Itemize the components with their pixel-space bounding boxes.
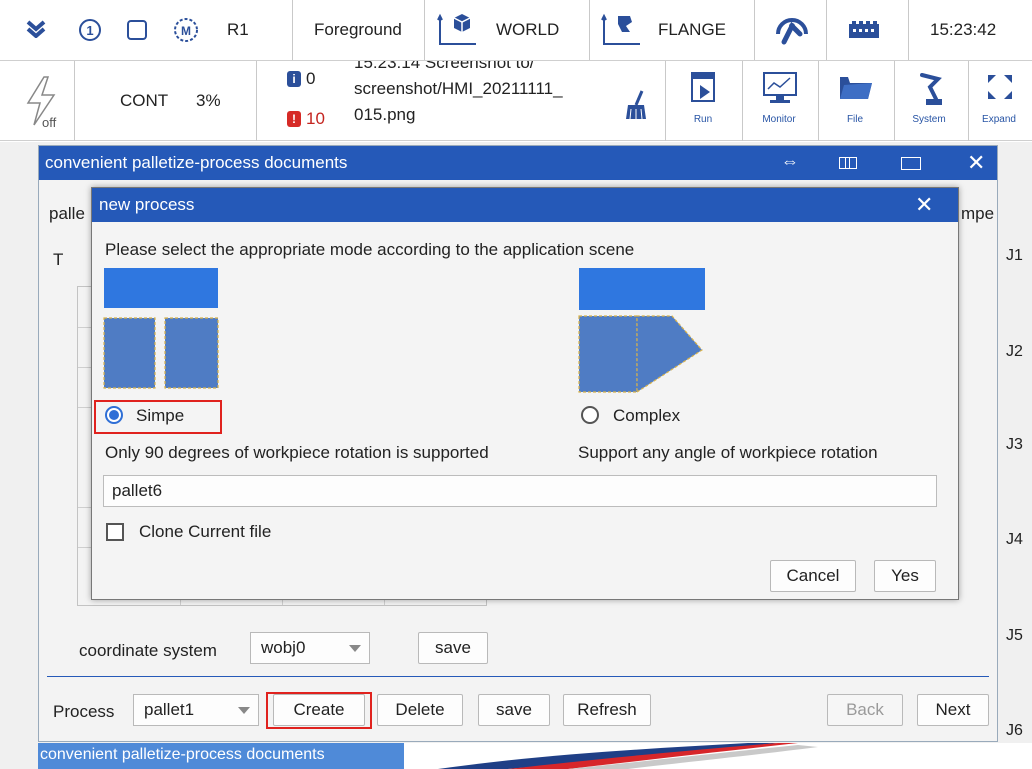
taskbar: convenient palletize-process documents xyxy=(38,743,1032,769)
info-count: 0 xyxy=(306,69,316,88)
window-title: convenient palletize-process documents xyxy=(45,153,348,172)
create-highlight-box xyxy=(266,692,372,729)
collapse-chevron-icon[interactable] xyxy=(26,20,46,38)
dialog-title: new process xyxy=(99,195,195,214)
monitor-tool-label: Monitor xyxy=(762,114,796,125)
error-count: 10 xyxy=(306,109,325,128)
step-one-icon[interactable]: 1 xyxy=(78,18,102,42)
refresh-button[interactable]: Refresh xyxy=(563,694,651,726)
run-icon xyxy=(691,72,715,102)
system-tool-button[interactable]: System xyxy=(894,61,964,141)
complex-mode-label[interactable]: Complex xyxy=(613,406,680,426)
monitor-icon xyxy=(763,72,797,103)
process-label: Process xyxy=(53,702,115,721)
message-area[interactable]: 15:23:14 Screenshot to/ screenshot/HMI_2… xyxy=(350,61,620,141)
divider xyxy=(47,676,989,677)
coordinate-save-button[interactable]: save xyxy=(418,632,488,664)
joint-label-j2: J2 xyxy=(1006,343,1023,360)
chevron-down-icon xyxy=(238,707,250,714)
error-icon: ! xyxy=(287,111,301,127)
dialog-instruction: Please select the appropriate mode accor… xyxy=(105,240,635,259)
system-clock: 15:23:42 xyxy=(930,20,997,39)
info-icon: i xyxy=(287,71,301,87)
taskbar-window-item[interactable]: convenient palletize-process documents xyxy=(38,743,404,769)
expand-tool-label: Expand xyxy=(982,114,1016,125)
joint-label-j4: J4 xyxy=(1006,531,1023,548)
simple-highlight-box xyxy=(94,400,222,434)
complex-mode-description: Support any angle of workpiece rotation xyxy=(578,443,878,462)
coordinate-system-value: wobj0 xyxy=(261,638,306,657)
dialog-cancel-button[interactable]: Cancel xyxy=(770,560,856,592)
run-tool-button[interactable]: Run xyxy=(668,61,738,141)
joint-label-j1: J1 xyxy=(1006,247,1023,264)
foreground-mode[interactable]: Foreground xyxy=(314,20,422,40)
stop-square-icon[interactable] xyxy=(127,20,147,40)
resize-horizontal-icon[interactable]: ⇔ xyxy=(781,151,799,172)
delete-button[interactable]: Delete xyxy=(377,694,463,726)
restore-window-icon[interactable] xyxy=(839,157,857,169)
file-tool-button[interactable]: File xyxy=(820,61,890,141)
complex-mode-illustration[interactable] xyxy=(577,266,707,396)
message-line-1: 15:23:14 Screenshot to/ xyxy=(354,61,535,72)
process-name-input[interactable] xyxy=(103,475,937,507)
save-button[interactable]: save xyxy=(478,694,550,726)
close-window-icon[interactable]: ✕ xyxy=(967,150,985,176)
clear-messages-broom-icon[interactable] xyxy=(622,89,650,121)
message-line-2: screenshot/HMI_20211111_ xyxy=(354,79,563,98)
partial-label-right: mpe xyxy=(961,204,995,223)
speed-percent[interactable]: 3% xyxy=(196,91,221,111)
clone-current-file-label[interactable]: Clone Current file xyxy=(139,522,271,542)
keyboard-icon[interactable] xyxy=(848,20,880,40)
svg-text:1: 1 xyxy=(86,23,93,38)
world-coordinate-icon[interactable] xyxy=(436,12,480,48)
file-tool-label: File xyxy=(846,114,864,125)
next-button[interactable]: Next xyxy=(917,694,989,726)
coordinate-system-label: coordinate system xyxy=(79,641,217,660)
window-titlebar[interactable]: convenient palletize-process documents ⇔… xyxy=(39,146,997,180)
monitor-tool-button[interactable]: Monitor xyxy=(744,61,814,141)
world-coordinate-label[interactable]: WORLD xyxy=(496,20,559,40)
expand-tool-button[interactable]: Expand xyxy=(966,61,1032,141)
maximize-window-icon[interactable] xyxy=(901,157,921,170)
joint-label-j6: J6 xyxy=(1006,722,1023,739)
system-robot-icon xyxy=(920,73,942,105)
taskbar-window-label: convenient palletize-process documents xyxy=(40,746,325,763)
folder-icon xyxy=(840,77,872,99)
dialog-titlebar[interactable]: new process ✕ xyxy=(92,188,958,222)
power-state-label: off xyxy=(42,115,57,130)
message-line-3: 015.png xyxy=(354,105,416,124)
process-select[interactable]: pallet1 xyxy=(133,694,259,726)
coordinate-system-select[interactable]: wobj0 xyxy=(250,632,370,664)
dialog-close-icon[interactable]: ✕ xyxy=(915,192,933,218)
partial-label-left: palle xyxy=(49,204,85,223)
tool-coordinate-label[interactable]: FLANGE xyxy=(658,20,726,40)
main-toolbar: off CONT 3% i 0 ! 10 15:23:14 Screenshot… xyxy=(0,61,1032,141)
complex-mode-radio[interactable] xyxy=(581,406,599,424)
chevron-down-icon xyxy=(349,645,361,652)
manual-mode-icon[interactable]: M xyxy=(172,16,200,44)
run-tool-label: Run xyxy=(693,114,713,125)
joint-label-j5: J5 xyxy=(1006,627,1023,644)
process-value: pallet1 xyxy=(144,700,195,719)
simple-mode-illustration[interactable] xyxy=(102,266,220,390)
expand-arrows-icon xyxy=(988,75,1012,99)
robot-name[interactable]: R1 xyxy=(227,20,249,40)
back-button[interactable]: Back xyxy=(827,694,903,726)
clone-current-file-checkbox[interactable] xyxy=(106,523,124,541)
new-process-dialog: new process ✕ Please select the appropri… xyxy=(91,187,959,600)
svg-text:M: M xyxy=(181,24,191,38)
system-tool-label: System xyxy=(912,114,946,125)
simple-mode-description: Only 90 degrees of workpiece rotation is… xyxy=(105,443,489,462)
flange-tool-icon[interactable] xyxy=(600,12,644,48)
top-status-bar: 1 M R1 Foreground WORLD FLANGE 15:23:42 xyxy=(0,0,1032,61)
dialog-yes-button[interactable]: Yes xyxy=(874,560,936,592)
joint-label-j3: J3 xyxy=(1006,436,1023,453)
run-mode[interactable]: CONT xyxy=(120,91,168,111)
robot-arm-icon[interactable] xyxy=(772,12,812,48)
decorative-swoosh xyxy=(438,743,818,769)
partial-label-t: T xyxy=(53,250,64,269)
